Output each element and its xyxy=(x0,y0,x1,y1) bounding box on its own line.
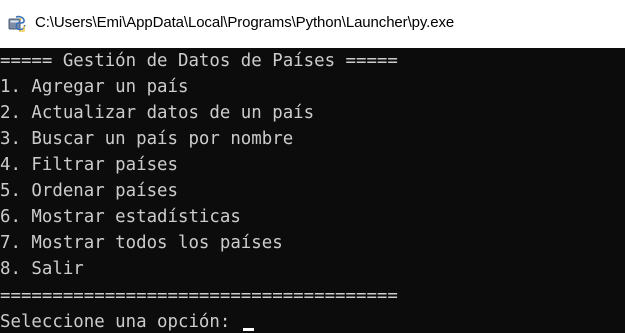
python-launcher-icon xyxy=(8,15,26,32)
prompt-text: Seleccione una opción: xyxy=(0,312,241,332)
menu-header-line: ===== Gestión de Datos de Países ===== xyxy=(0,51,398,71)
menu-option-7: 7. Mostrar todos los países xyxy=(0,233,283,253)
window-title: C:\Users\Emi\AppData\Local\Programs\Pyth… xyxy=(35,14,455,31)
menu-option-2: 2. Actualizar datos de un país xyxy=(0,103,315,123)
text-cursor xyxy=(242,328,254,331)
menu-option-8: 8. Salir xyxy=(0,259,84,279)
console-window: C:\Users\Emi\AppData\Local\Programs\Pyth… xyxy=(0,0,625,333)
menu-option-4: 4. Filtrar países xyxy=(0,155,178,175)
menu-divider-line: ====================================== xyxy=(0,286,398,306)
menu-option-3: 3. Buscar un país por nombre xyxy=(0,129,294,149)
console-output[interactable]: ===== Gestión de Datos de Países ===== 1… xyxy=(0,48,625,333)
input-prompt-line[interactable]: Seleccione una opción: xyxy=(0,309,254,333)
menu-option-5: 5. Ordenar países xyxy=(0,181,178,201)
title-bar[interactable]: C:\Users\Emi\AppData\Local\Programs\Pyth… xyxy=(0,0,625,48)
menu-option-1: 1. Agregar un país xyxy=(0,77,189,97)
menu-option-6: 6. Mostrar estadísticas xyxy=(0,207,241,227)
